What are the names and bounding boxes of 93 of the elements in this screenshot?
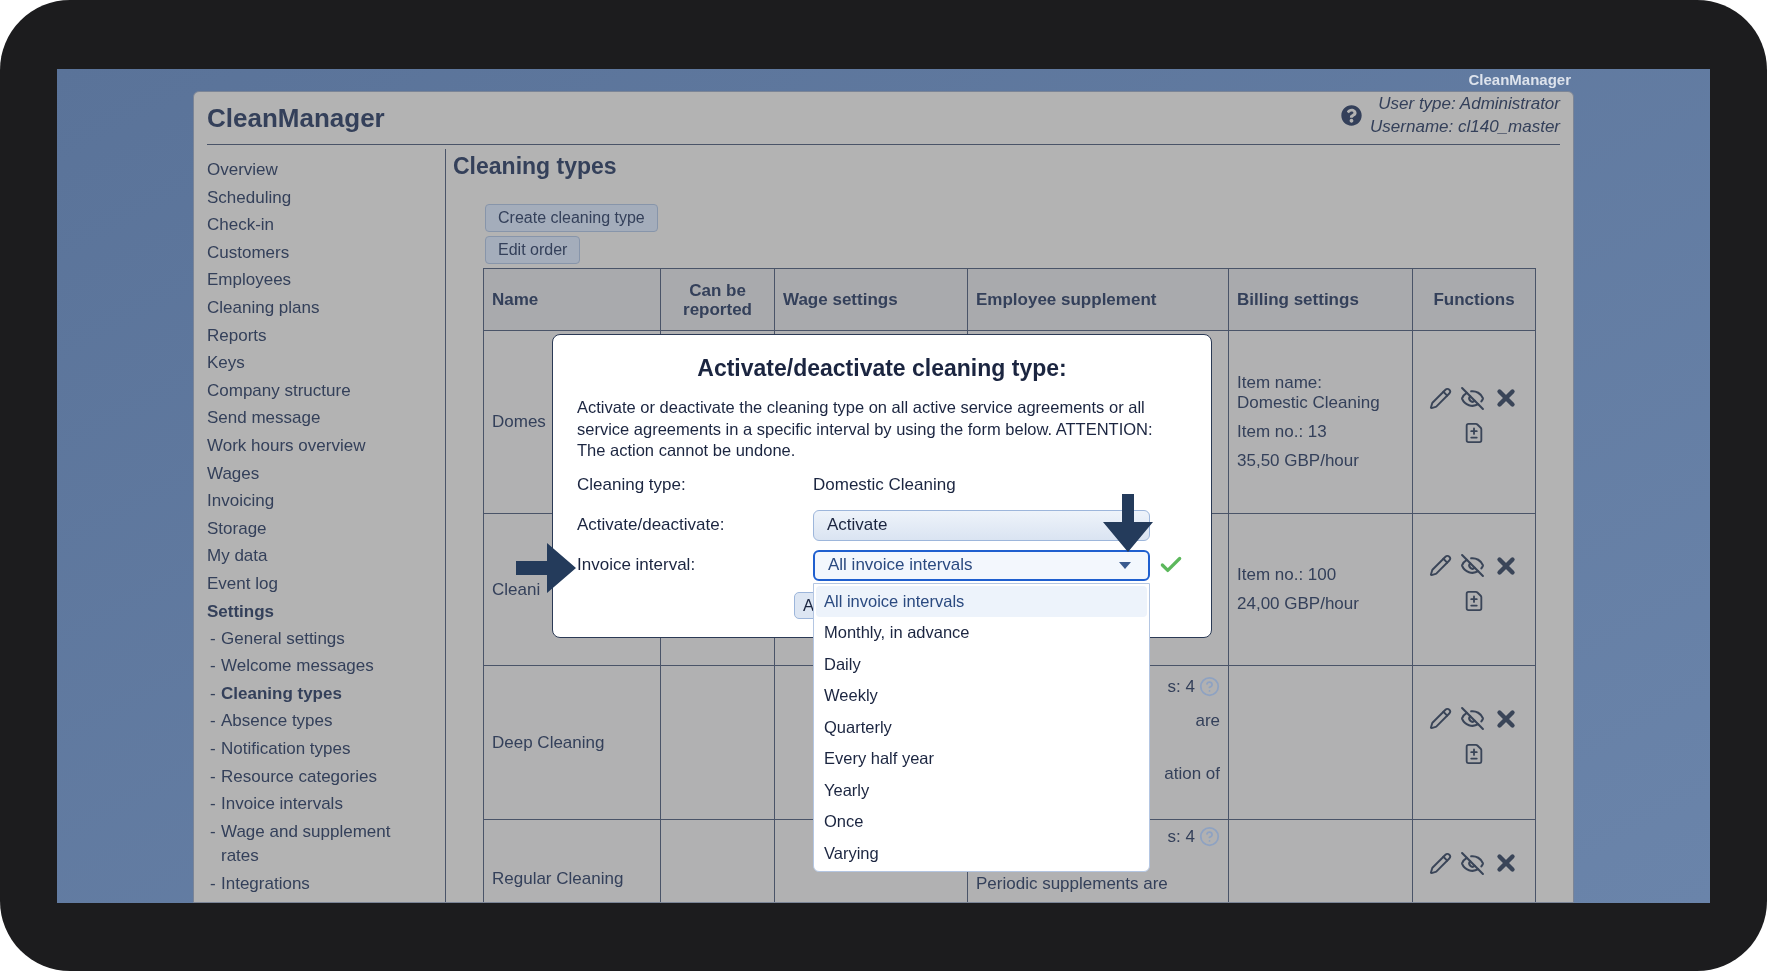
table-cell: Periodic supplements are: [976, 874, 1168, 893]
column-header: Name: [483, 268, 661, 331]
column-header: Employee supplement: [967, 268, 1229, 331]
bullet-dash: -: [209, 737, 217, 760]
table-cell-text: 24,00 GBP/hour: [1237, 594, 1360, 614]
sidebar-item[interactable]: Cleaning plans: [207, 293, 445, 322]
bullet-dash: -: [209, 872, 217, 895]
sidebar-item[interactable]: Send message: [207, 404, 445, 432]
sidebar-item[interactable]: My data: [207, 542, 445, 570]
bullet-dash: -: [209, 627, 217, 650]
dialog-title: Activate/deactivate cleaning type:: [696, 354, 1068, 383]
table-cell-text: Item name: Domestic Cleaning: [1237, 373, 1381, 413]
bullet-dash: -: [209, 793, 217, 816]
plus-minus-file-icon[interactable]: [1463, 588, 1485, 613]
table-cell: Regular Cleaning: [492, 869, 624, 888]
pencil-icon[interactable]: [1429, 554, 1452, 577]
sidebar-item[interactable]: Event log: [207, 569, 445, 598]
column-header: Billing settings: [1228, 268, 1413, 331]
caret-icon: [1119, 561, 1131, 569]
plus-minus-file-icon[interactable]: [1463, 741, 1485, 766]
help-icon[interactable]: [1341, 105, 1363, 126]
bullet-dash: -: [209, 710, 217, 733]
sidebar-subitem[interactable]: Absence types: [221, 709, 391, 734]
sidebar-item[interactable]: Employees: [207, 266, 445, 294]
bullet-dash: -: [209, 820, 217, 843]
bullet-dash: -: [209, 765, 217, 788]
dropdown-option[interactable]: Monthly, in advance: [816, 617, 1147, 649]
sidebar-subitem[interactable]: Welcome messages: [221, 654, 391, 679]
plus-minus-file-icon[interactable]: [1463, 421, 1485, 445]
field-label: Invoice interval:: [577, 554, 697, 577]
sidebar-subitem[interactable]: Invoice intervals: [221, 792, 391, 817]
pencil-icon[interactable]: [1429, 386, 1452, 410]
sidebar-item[interactable]: Invoicing: [207, 487, 445, 515]
column-header: Can be reported: [660, 268, 775, 331]
sidebar-subitem[interactable]: General settings: [221, 626, 391, 652]
user-type: User type: Administrator: [1378, 93, 1560, 115]
sidebar-item[interactable]: Reports: [207, 321, 445, 350]
table-cell: Cleani: [492, 579, 541, 599]
eye-slash-icon[interactable]: [1460, 850, 1485, 876]
dropdown-option[interactable]: Daily: [816, 648, 1147, 680]
table-cell: s: 4: [1167, 827, 1195, 846]
pencil-icon[interactable]: [1429, 707, 1452, 730]
dropdown-option[interactable]: Weekly: [816, 680, 1147, 712]
page-title: Cleaning types: [453, 152, 618, 181]
dropdown-option[interactable]: Yearly: [816, 774, 1147, 806]
sidebar-item[interactable]: Settings: [207, 597, 445, 626]
sidebar-item[interactable]: Work hours overview: [207, 431, 445, 460]
eye-slash-icon[interactable]: [1460, 553, 1485, 578]
action-button[interactable]: Create cleaning type: [485, 204, 658, 232]
field-value: Domestic Cleaning: [813, 474, 956, 497]
sidebar-subitem[interactable]: Notification types: [221, 736, 391, 762]
sidebar-item[interactable]: Customers: [207, 238, 445, 267]
sidebar-item[interactable]: Scheduling: [207, 183, 445, 212]
table-cell: Deep Cleaning: [492, 732, 605, 752]
dropdown-option[interactable]: Quarterly: [816, 711, 1147, 743]
arrow-icon: [1103, 494, 1153, 552]
action-button[interactable]: Edit order: [485, 236, 581, 264]
table-cell: ation of: [1164, 764, 1220, 783]
dialog-text: Activate or deactivate the cleaning type on all active service agreements or all service agreements in a specific interval by using the form below. ATTENTION: The action cannot be undone.: [577, 397, 1154, 461]
dropdown-option[interactable]: All invoice intervals: [816, 585, 1147, 617]
sidebar-item[interactable]: Check-in: [207, 211, 445, 239]
column-header: Wage settings: [774, 268, 968, 331]
bullet-dash: -: [209, 655, 217, 678]
dropdown-option[interactable]: Varying: [816, 837, 1147, 869]
sidebar-item[interactable]: Overview: [207, 156, 445, 184]
pencil-icon[interactable]: [1429, 851, 1452, 875]
dropdown-option[interactable]: Once: [816, 806, 1147, 838]
sidebar-subitem[interactable]: Wage and supplement rates: [221, 819, 391, 869]
username: Username: cl140_master: [1370, 116, 1560, 138]
screen-title: CleanManager: [1468, 69, 1571, 90]
table-cell-text: Item no.: 13: [1237, 422, 1328, 442]
table-cell-text: Item no.: 100: [1237, 565, 1338, 585]
table-cell-text: 35,50 GBP/hour: [1237, 451, 1360, 471]
bullet-dash: -: [209, 682, 217, 705]
select-field[interactable]: Activate: [813, 509, 1150, 541]
sidebar-item[interactable]: Company structure: [207, 376, 445, 405]
sidebar-subitem[interactable]: Cleaning types: [221, 681, 391, 707]
dropdown-option[interactable]: Every half year: [816, 743, 1147, 775]
table-cell: Domes: [492, 412, 546, 432]
eye-slash-icon[interactable]: [1460, 706, 1485, 731]
sidebar-item[interactable]: Keys: [207, 349, 445, 377]
field-label: Activate/deactivate:: [577, 514, 726, 537]
sidebar-subitem[interactable]: Integrations: [221, 871, 391, 897]
sidebar-subitem[interactable]: Resource categories: [221, 764, 391, 790]
eye-slash-icon[interactable]: [1460, 385, 1485, 411]
app-title: CleanManager: [207, 102, 385, 135]
column-header: Functions: [1412, 268, 1536, 331]
sidebar-item[interactable]: Storage: [207, 514, 445, 543]
field-label: Cleaning type:: [577, 474, 687, 497]
table-cell: are: [1195, 711, 1220, 730]
table-cell: s: 4: [1167, 677, 1195, 696]
select-field[interactable]: All invoice intervals: [813, 549, 1150, 581]
sidebar-item[interactable]: Wages: [207, 459, 445, 488]
